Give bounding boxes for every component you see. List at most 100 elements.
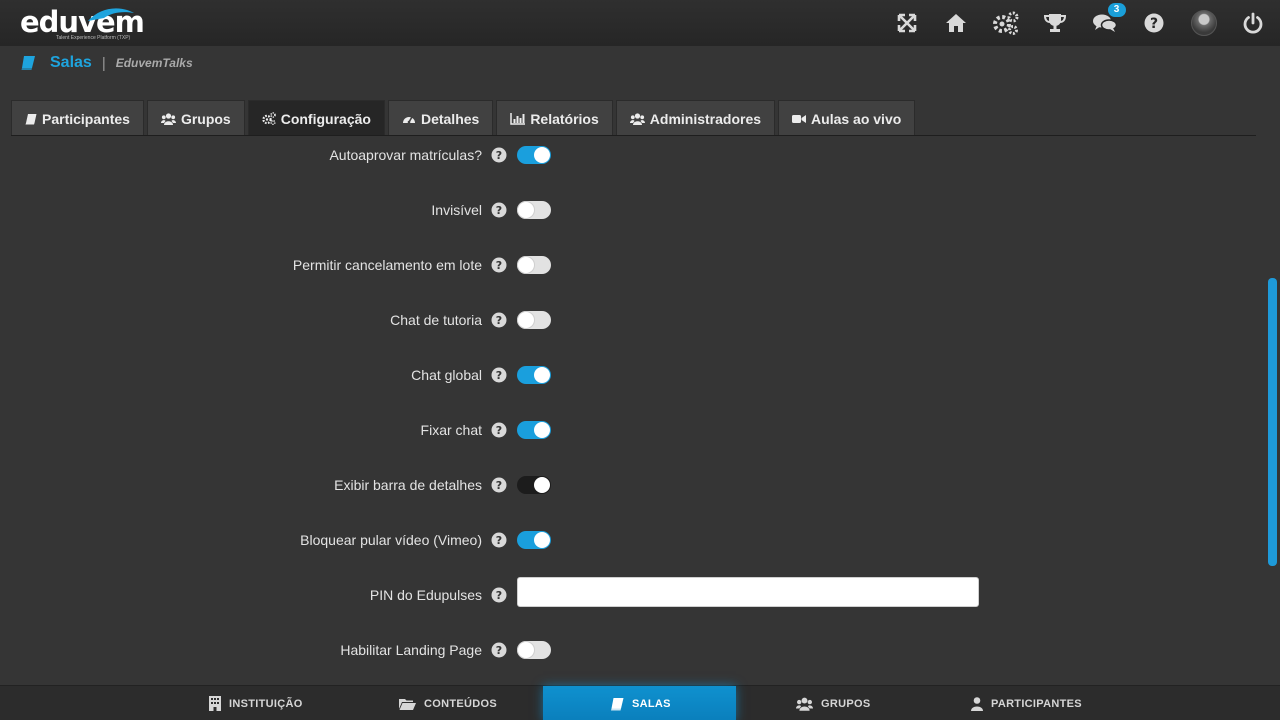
gears-icon[interactable] <box>991 8 1021 38</box>
toggle-knob <box>534 147 550 163</box>
toggle-knob <box>518 312 534 328</box>
toggle-knob <box>518 257 534 273</box>
help-icon[interactable]: ? <box>1139 8 1169 38</box>
svg-text:?: ? <box>1150 16 1158 32</box>
tab-label: Configuração <box>280 110 371 127</box>
chat-icon[interactable]: 3 <box>1090 3 1126 38</box>
bottom-nav-participantes[interactable]: PARTICIPANTES <box>971 686 1082 720</box>
trophy-icon[interactable] <box>1040 8 1070 38</box>
breadcrumb: Salas | EduvemTalks <box>20 52 193 74</box>
bottom-nav-label: INSTITUIÇÃO <box>229 697 303 710</box>
tab-divider <box>11 135 1256 136</box>
invisivel-toggle[interactable] <box>517 201 551 219</box>
autoaprovar-toggle[interactable] <box>517 146 551 164</box>
fullscreen-icon[interactable] <box>892 8 922 38</box>
tab-label: Administradores <box>649 110 762 127</box>
gears-icon <box>262 112 276 125</box>
cancelamento-lote-toggle[interactable] <box>517 256 551 274</box>
bottom-nav-salas[interactable]: SALAS <box>610 686 671 720</box>
setting-row-landing-page: Habilitar Landing Page ? <box>0 635 1000 665</box>
setting-row-autoaprovar: Autoaprovar matrículas? ? <box>0 140 1000 170</box>
tab-label: Detalhes <box>420 110 480 127</box>
setting-row-chat-tutoria: Chat de tutoria ? <box>0 305 1000 335</box>
bottom-nav-conteudos[interactable]: CONTEÚDOS <box>399 686 497 720</box>
toggle-knob <box>518 202 534 218</box>
chat-tutoria-toggle[interactable] <box>517 311 551 329</box>
toggle-knob <box>534 532 550 548</box>
setting-row-pin-edupulses: PIN do Edupulses ? <box>0 577 1000 607</box>
question-circle-icon[interactable]: ? <box>491 312 507 328</box>
logo-tagline: Talent Experience Platform (TXP) <box>56 35 131 41</box>
setting-label: Fixar chat <box>420 422 482 438</box>
question-circle-icon[interactable]: ? <box>491 147 507 163</box>
home-icon[interactable] <box>941 8 971 38</box>
toggle-knob <box>534 367 550 383</box>
bottom-nav: INSTITUIÇÃO CONTEÚDOS SALAS GRUPOS PARTI… <box>0 685 1280 720</box>
chat-global-toggle[interactable] <box>517 366 551 384</box>
question-circle-icon[interactable]: ? <box>491 202 507 218</box>
bar-chart-icon <box>510 112 526 125</box>
setting-label: Chat de tutoria <box>390 312 482 328</box>
question-circle-icon[interactable]: ? <box>491 257 507 273</box>
book-icon <box>21 56 35 70</box>
tab-label: Participantes <box>42 110 130 127</box>
question-circle-icon[interactable]: ? <box>491 477 507 493</box>
setting-row-chat-global: Chat global ? <box>0 360 1000 390</box>
setting-label: PIN do Edupulses <box>369 587 482 603</box>
svg-text:?: ? <box>496 314 502 327</box>
setting-row-invisivel: Invisível ? <box>0 195 1000 225</box>
vertical-scrollbar[interactable] <box>1268 278 1277 566</box>
avatar[interactable] <box>1189 8 1219 38</box>
setting-label: Exibir barra de detalhes <box>334 477 482 493</box>
fixar-chat-toggle[interactable] <box>517 421 551 439</box>
bloquear-video-toggle[interactable] <box>517 531 551 549</box>
setting-label: Chat global <box>411 367 482 383</box>
setting-label: Invisível <box>431 202 482 218</box>
svg-text:?: ? <box>496 589 502 602</box>
setting-label: Autoaprovar matrículas? <box>329 147 482 163</box>
tab-label: Grupos <box>180 110 231 127</box>
pin-edupulses-input[interactable] <box>517 577 979 607</box>
book-icon <box>25 113 37 124</box>
bottom-nav-instituicao[interactable]: INSTITUIÇÃO <box>209 686 303 720</box>
building-icon <box>209 696 221 711</box>
tab-detalhes[interactable]: Detalhes <box>387 100 494 136</box>
question-circle-icon[interactable]: ? <box>491 587 507 603</box>
eduvem-logo[interactable]: eduvem Talent Experience Platform (TXP) <box>20 3 145 43</box>
landing-page-toggle[interactable] <box>517 641 551 659</box>
setting-label: Habilitar Landing Page <box>340 642 482 658</box>
tab-administradores[interactable]: Administradores <box>615 100 776 136</box>
setting-row-fixar-chat: Fixar chat ? <box>0 415 1000 445</box>
power-icon[interactable] <box>1238 8 1268 38</box>
question-circle-icon[interactable]: ? <box>491 422 507 438</box>
bottom-nav-grupos[interactable]: GRUPOS <box>796 686 870 720</box>
toggle-knob <box>534 422 550 438</box>
tab-label: Aulas ao vivo <box>811 110 902 127</box>
tab-participantes[interactable]: Participantes <box>11 100 144 136</box>
book-icon <box>611 697 624 710</box>
svg-text:?: ? <box>496 259 502 272</box>
barra-detalhes-toggle[interactable] <box>517 476 551 494</box>
breadcrumb-room: EduvemTalks <box>115 56 193 70</box>
tab-bar: Participantes Grupos Configuração Detalh… <box>11 100 918 136</box>
question-circle-icon[interactable]: ? <box>491 642 507 658</box>
bottom-nav-label: PARTICIPANTES <box>991 697 1082 710</box>
question-circle-icon[interactable]: ? <box>491 532 507 548</box>
tab-aulas-ao-vivo[interactable]: Aulas ao vivo <box>778 100 916 136</box>
top-icon-bar: 3 ? <box>872 3 1268 38</box>
folder-icon <box>399 698 416 710</box>
tab-grupos[interactable]: Grupos <box>146 100 245 136</box>
top-bar: eduvem Talent Experience Platform (TXP) <box>0 0 1280 46</box>
setting-label: Permitir cancelamento em lote <box>292 257 482 273</box>
toggle-knob <box>518 642 534 658</box>
dashboard-icon <box>402 116 415 124</box>
svg-text:?: ? <box>496 204 502 217</box>
breadcrumb-section[interactable]: Salas <box>50 54 92 72</box>
svg-text:?: ? <box>496 149 502 162</box>
bottom-nav-label: SALAS <box>632 697 671 710</box>
setting-row-bloquear-video: Bloquear pular vídeo (Vimeo) ? <box>0 525 1000 555</box>
question-circle-icon[interactable]: ? <box>491 367 507 383</box>
tab-configuracao[interactable]: Configuração <box>247 100 385 136</box>
tab-relatorios[interactable]: Relatórios <box>496 100 613 136</box>
breadcrumb-separator: | <box>101 54 106 72</box>
